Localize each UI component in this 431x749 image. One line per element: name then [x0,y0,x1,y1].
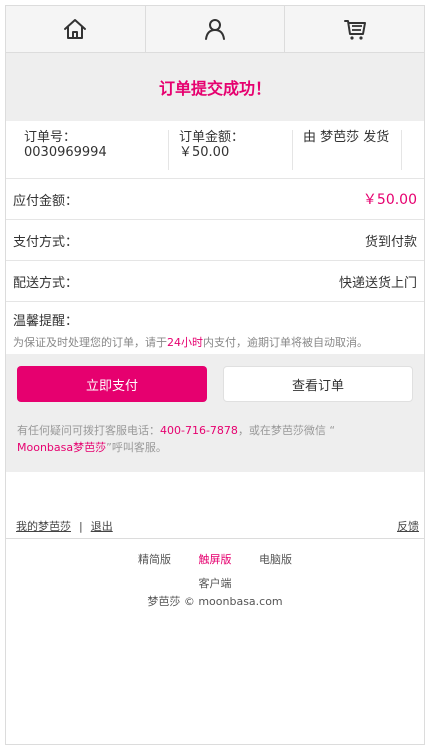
shipper-cell: 由 梦芭莎 发货 [292,129,402,170]
reminder-title: 温馨提醒： [13,314,79,329]
version-lite[interactable]: 精简版 [138,551,171,567]
footer-links: 我的梦芭莎 | 退出 反馈 [6,514,424,539]
service-text-middle: ，或在梦芭莎微信 “ [237,424,336,437]
order-amount-cell: 订单金额： ￥50.00 [168,129,292,170]
service-phone[interactable]: 400-716-7878 [160,424,238,437]
service-text-before: 有任何疑问可拨打客服电话： [17,424,160,437]
action-buttons: 立即支付 查看订单 [17,366,413,402]
order-number-label: 订单号： [24,129,77,145]
order-amount-label: 订单金额： [179,129,245,145]
reminder-text-after: 内支付，逾期订单将被自动取消。 [203,336,368,349]
payable-row: 应付金额： ￥50.00 [6,179,424,220]
home-icon [64,19,87,39]
nav-home[interactable] [6,6,145,52]
nav-user[interactable] [144,6,285,52]
order-number-cell: 订单号： 0030969994 [14,130,168,170]
order-number-value: 0030969994 [24,144,107,160]
order-amount-value: ￥50.00 [179,144,230,160]
version-pc[interactable]: 电脑版 [259,551,292,567]
reminder: 温馨提醒： 为保证及时处理您的订单，请于24小时内支付，逾期订单将被自动取消。 [6,302,424,354]
payment-label: 支付方式： [13,234,79,250]
service-wechat: Moonbasa梦芭莎 [17,441,107,454]
cart-icon [343,20,366,40]
reminder-hours: 24小时 [167,336,203,349]
delivery-label: 配送方式： [13,275,79,291]
payment-row: 支付方式： 货到付款 [6,220,424,261]
success-banner: 订单提交成功！ [6,53,424,121]
order-info: 订单号： 0030969994 订单金额： ￥50.00 由 梦芭莎 发货 [6,121,424,179]
payment-value: 货到付款 [364,234,417,250]
reminder-text-before: 为保证及时处理您的订单，请于 [13,336,167,349]
footer-account-links: 我的梦芭莎 | 退出 [16,518,113,534]
delivery-row: 配送方式： 快递送货上门 [6,261,424,302]
service-info: 有任何疑问可拨打客服电话：400-716-7878，或在梦芭莎微信 “ Moonb… [17,422,413,456]
client-link[interactable]: 客户端 [6,575,424,591]
pay-now-button[interactable]: 立即支付 [17,366,207,402]
nav-cart[interactable] [284,6,424,52]
footer-separator: | [79,520,83,533]
feedback-link[interactable]: 反馈 [397,518,419,534]
version-switcher: 精简版 触屏版 电脑版 [6,551,424,567]
logout-link[interactable]: 退出 [91,520,113,533]
view-order-button[interactable]: 查看订单 [223,366,413,402]
payable-value: ￥50.00 [362,192,417,208]
reminder-text: 为保证及时处理您的订单，请于24小时内支付，逾期订单将被自动取消。 [13,334,417,350]
page-frame: 订单提交成功！ 订单号： 0030969994 订单金额： ￥50.00 由 梦… [5,5,425,745]
user-icon [205,19,225,40]
success-title: 订单提交成功！ [158,79,271,98]
version-touch[interactable]: 触屏版 [199,551,232,567]
service-text-after: ”呼叫客服。 [106,441,167,454]
payable-label: 应付金额： [13,193,79,209]
action-area: 立即支付 查看订单 有任何疑问可拨打客服电话：400-716-7878，或在梦芭… [6,354,424,472]
shipper-text: 由 梦芭莎 发货 [303,129,390,145]
delivery-value: 快递送货上门 [338,275,417,291]
top-nav [6,6,424,53]
my-account-link[interactable]: 我的梦芭莎 [16,520,71,533]
copyright: 梦芭莎 © moonbasa.com [147,595,283,608]
